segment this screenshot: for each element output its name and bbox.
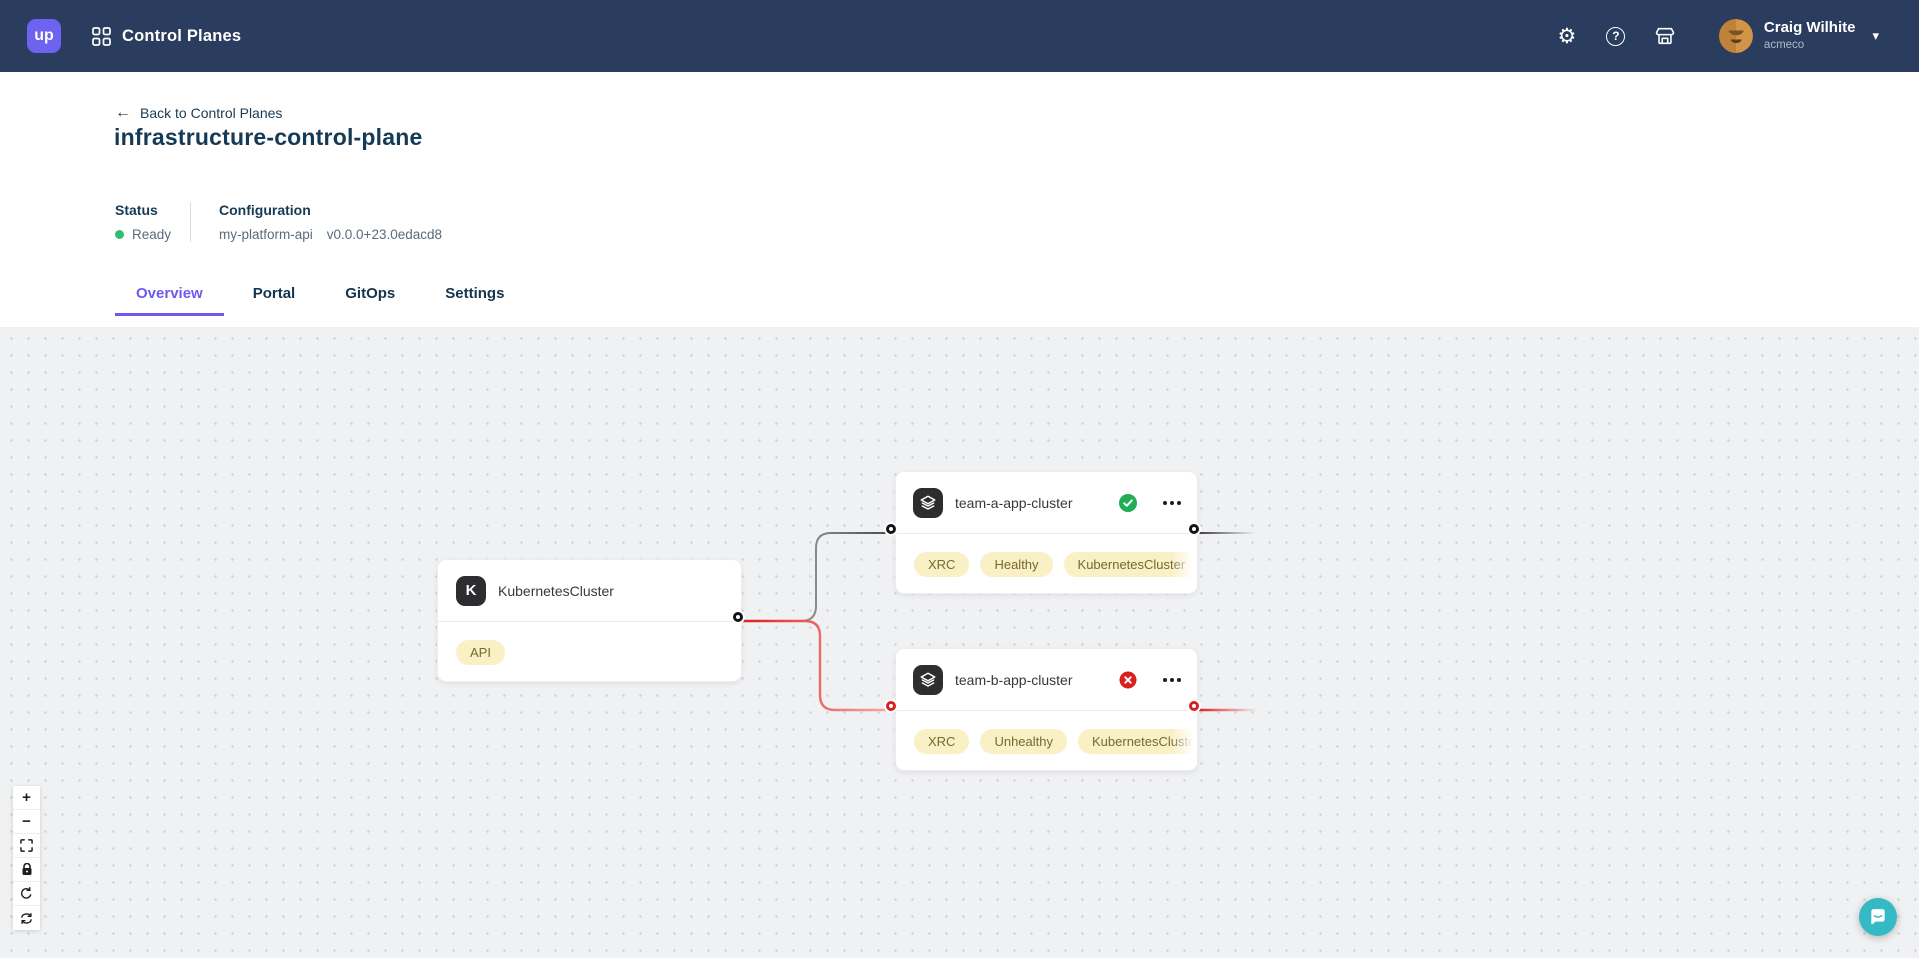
badge-healthy: Healthy xyxy=(980,552,1052,577)
status-block: Status Ready xyxy=(115,202,190,242)
tab-portal[interactable]: Portal xyxy=(232,285,317,316)
avatar xyxy=(1719,19,1753,53)
configuration-label: Configuration xyxy=(219,202,442,218)
healthy-check-icon xyxy=(1119,494,1137,512)
node-title: team-a-app-cluster xyxy=(955,495,1073,511)
page-title: infrastructure-control-plane xyxy=(114,124,422,151)
badge-kubernetescluster: KubernetesCluster xyxy=(1078,729,1198,754)
status-value: Ready xyxy=(132,227,171,242)
settings-gear-icon[interactable]: ⚙ xyxy=(1556,25,1578,47)
page-header: ← Back to Control Planes infrastructure-… xyxy=(0,72,1919,327)
zoom-out-button[interactable]: − xyxy=(13,810,40,834)
layers-icon xyxy=(913,665,943,695)
node-title: team-b-app-cluster xyxy=(955,672,1073,688)
handle-team-b-target[interactable] xyxy=(886,701,896,711)
app-window: up Control Planes ⚙ ? xyxy=(0,0,1919,958)
user-menu[interactable]: Craig Wilhite acmeco ▾ xyxy=(1719,19,1879,53)
configuration-version: v0.0.0+23.0edacd8 xyxy=(327,227,442,242)
header-actions: ⚙ ? xyxy=(1556,19,1879,53)
question-mark: ? xyxy=(1606,27,1625,46)
marketplace-storefront-icon[interactable] xyxy=(1654,25,1676,47)
app-title: Control Planes xyxy=(122,27,241,46)
upbound-logo[interactable]: up xyxy=(27,19,61,53)
more-options-button[interactable] xyxy=(1163,497,1181,509)
app-title-group: Control Planes xyxy=(92,27,241,46)
rotate-button[interactable] xyxy=(13,882,40,906)
badge-api: API xyxy=(456,640,505,665)
badge-xrc: XRC xyxy=(914,552,969,577)
meta-divider xyxy=(190,202,191,242)
handle-team-b-source[interactable] xyxy=(1189,701,1199,711)
graph-canvas[interactable] xyxy=(0,327,1919,958)
handle-k8s-source[interactable] xyxy=(733,612,743,622)
chat-launcher-button[interactable] xyxy=(1859,898,1897,936)
unhealthy-x-icon xyxy=(1119,671,1137,689)
node-title: KubernetesCluster xyxy=(498,583,614,599)
fit-view-button[interactable] xyxy=(13,834,40,858)
node-team-b-app-cluster[interactable]: team-b-app-cluster XRC Unhealthy Kuberne… xyxy=(895,648,1198,771)
tab-bar: Overview Portal GitOps Settings xyxy=(115,285,525,316)
user-org: acmeco xyxy=(1764,39,1856,52)
status-label: Status xyxy=(115,202,190,218)
back-arrow-icon: ← xyxy=(115,104,131,122)
status-ready-dot xyxy=(115,230,124,239)
user-name: Craig Wilhite xyxy=(1764,20,1856,37)
back-to-control-planes-link[interactable]: ← Back to Control Planes xyxy=(115,104,282,122)
lock-button[interactable] xyxy=(13,858,40,882)
badge-unhealthy: Unhealthy xyxy=(980,729,1067,754)
layers-icon xyxy=(913,488,943,518)
grid-icon xyxy=(92,27,111,46)
node-team-a-app-cluster[interactable]: team-a-app-cluster XRC Healthy Kubernete… xyxy=(895,471,1198,594)
user-text: Craig Wilhite acmeco xyxy=(1764,20,1856,51)
zoom-in-button[interactable]: + xyxy=(13,786,40,810)
more-options-button[interactable] xyxy=(1163,674,1181,686)
badge-xrc: XRC xyxy=(914,729,969,754)
handle-team-a-target[interactable] xyxy=(886,524,896,534)
back-link-label: Back to Control Planes xyxy=(140,105,282,121)
tab-overview[interactable]: Overview xyxy=(115,285,224,316)
help-icon[interactable]: ? xyxy=(1605,25,1627,47)
top-navbar: up Control Planes ⚙ ? xyxy=(0,0,1919,72)
chat-bubble-icon xyxy=(1868,907,1888,927)
node-kubernetescluster[interactable]: K KubernetesCluster API xyxy=(437,559,742,682)
tab-gitops[interactable]: GitOps xyxy=(324,285,416,316)
kubernetescluster-node-icon: K xyxy=(456,576,486,606)
handle-team-a-source[interactable] xyxy=(1189,524,1199,534)
meta-row: Status Ready Configuration my-platform-a… xyxy=(115,202,442,242)
tab-settings[interactable]: Settings xyxy=(424,285,525,316)
sync-button[interactable] xyxy=(13,906,40,930)
caret-down-icon: ▾ xyxy=(1872,28,1879,44)
badge-kubernetescluster: KubernetesCluster xyxy=(1064,552,1198,577)
configuration-block: Configuration my-platform-api v0.0.0+23.… xyxy=(219,202,442,242)
canvas-controls: + − xyxy=(13,786,40,930)
configuration-name: my-platform-api xyxy=(219,227,313,242)
